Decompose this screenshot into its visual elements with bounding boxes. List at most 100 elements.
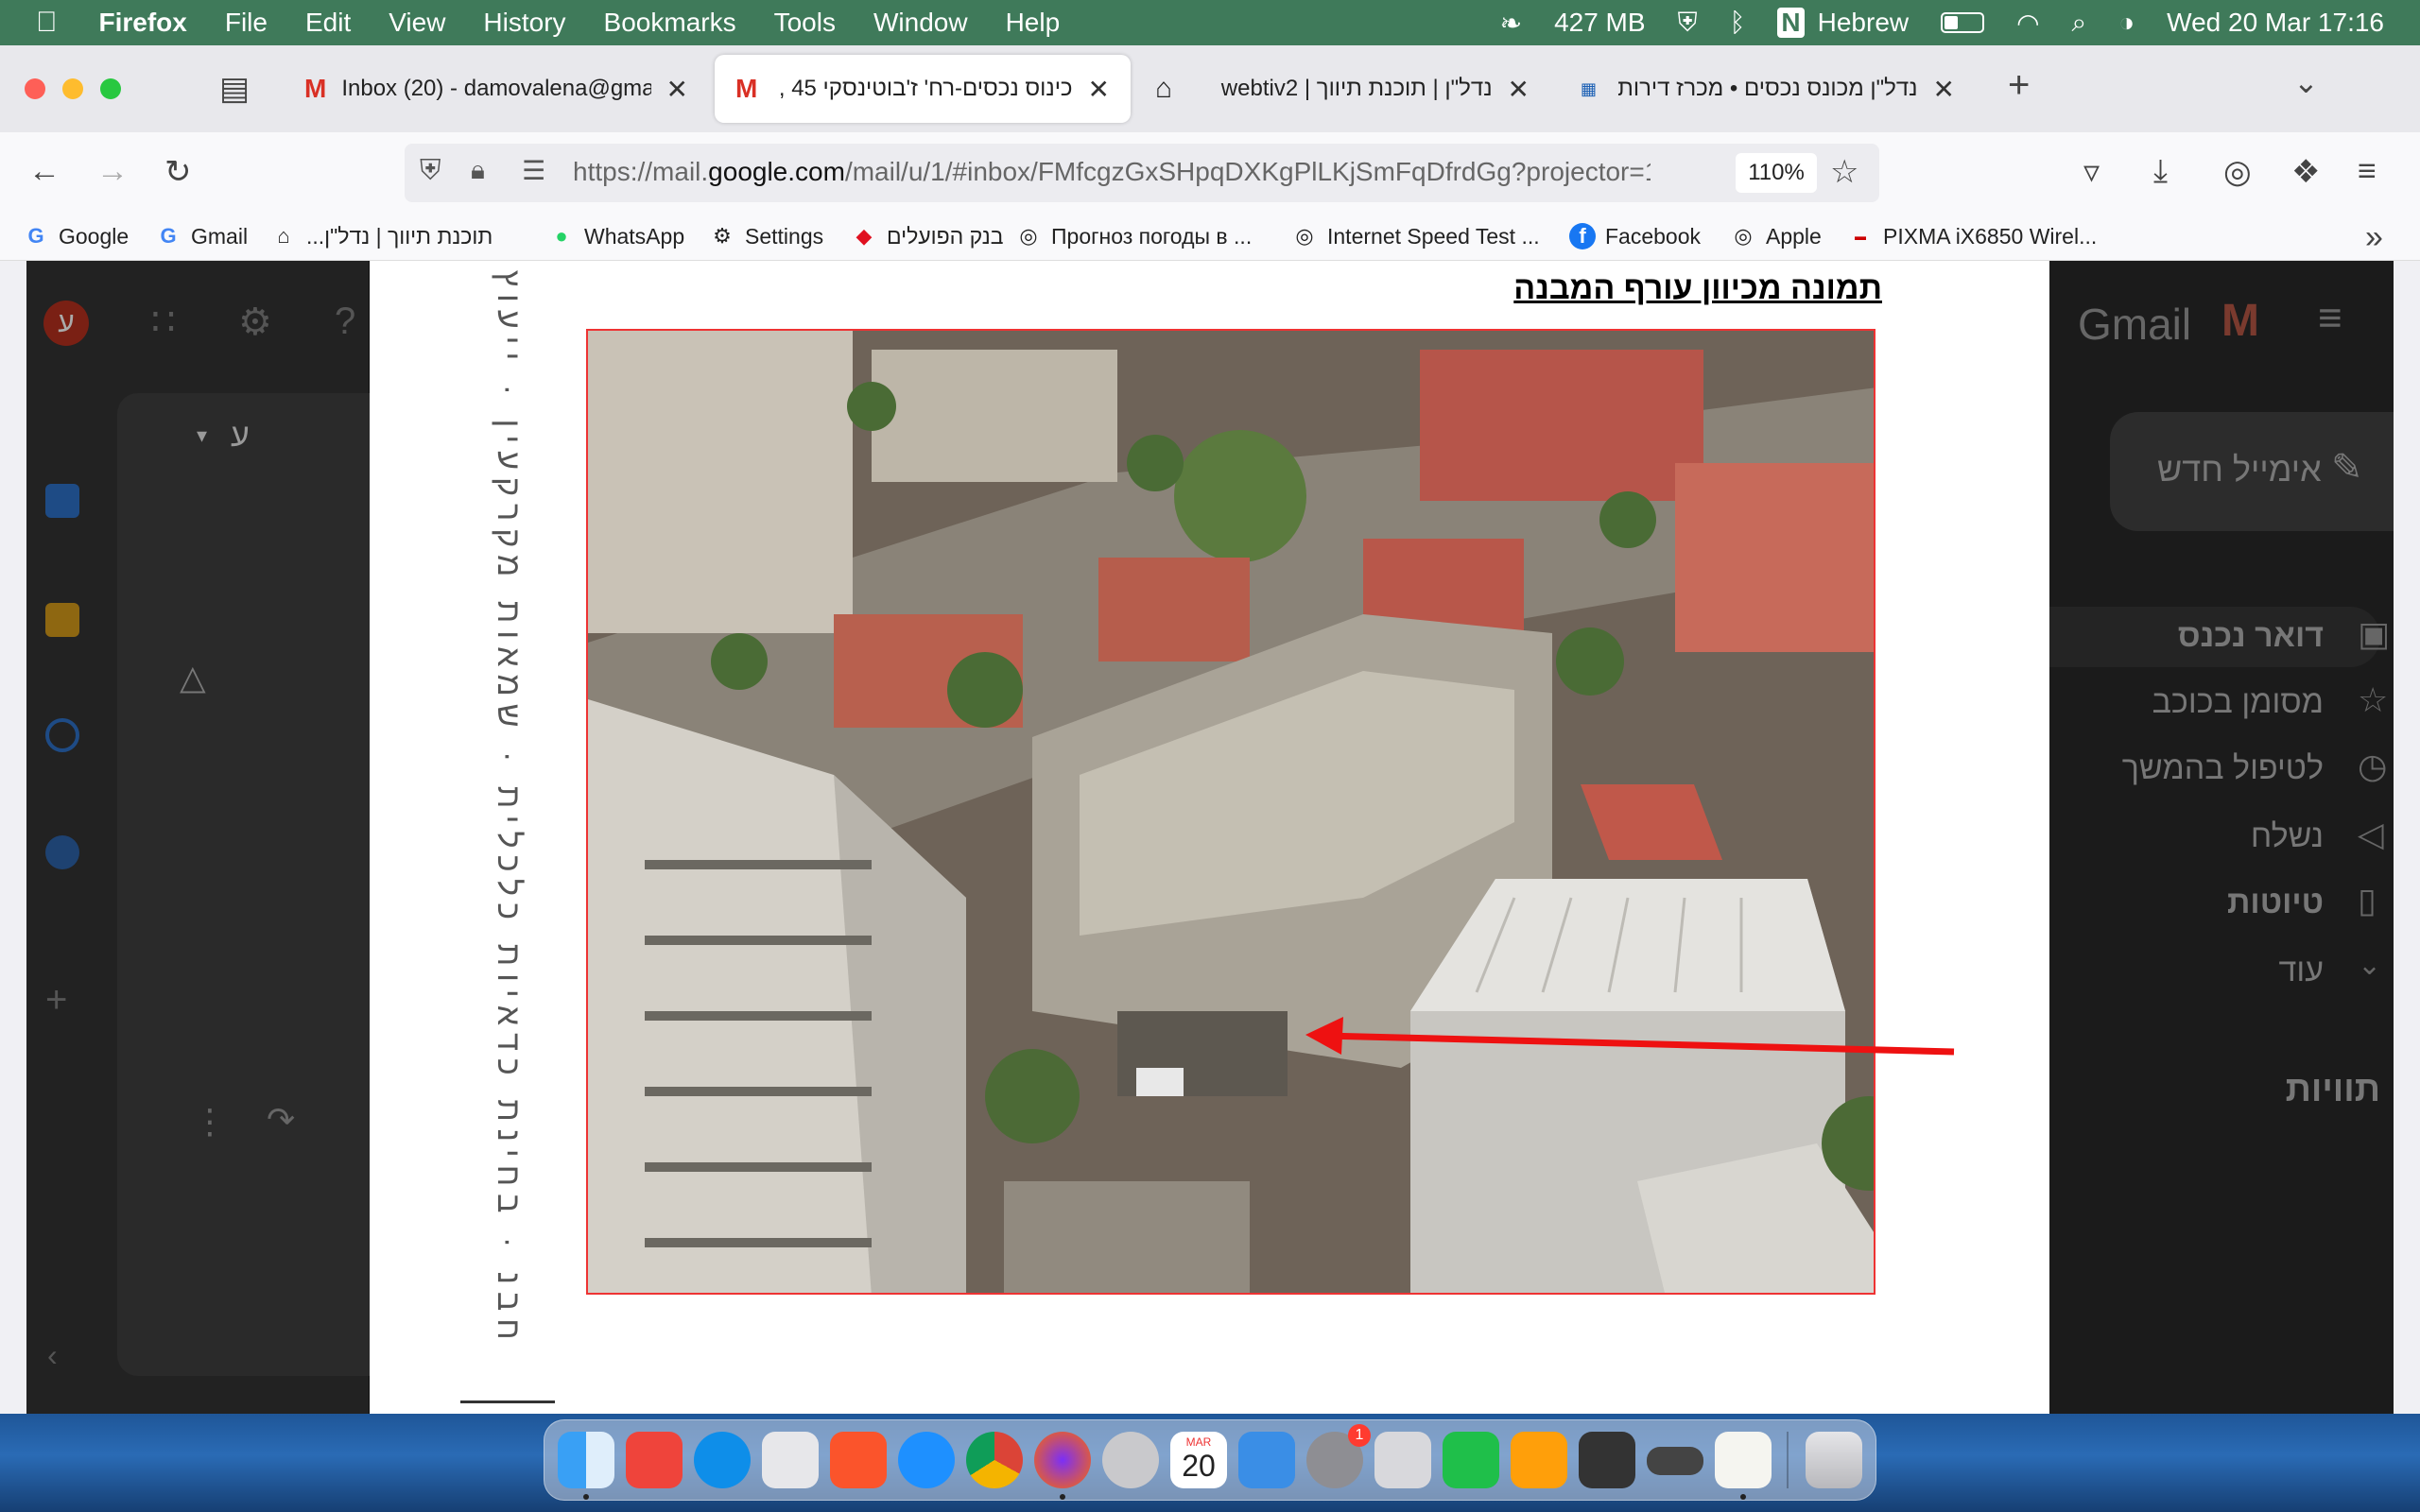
collapse-chevron-icon[interactable]: ‹ [47, 1338, 58, 1373]
bluetooth-icon[interactable]: ᛒ [1730, 8, 1746, 38]
menu-edit[interactable]: Edit [305, 8, 351, 38]
settings-gear-icon[interactable]: ⚙ [238, 301, 272, 344]
bookmark-speedtest[interactable]: ◎ Internet Speed Test ... [1291, 223, 1539, 249]
forward-icon[interactable]: ↷ [267, 1100, 295, 1140]
bookmark-apple[interactable]: ◎ Apple [1730, 223, 1821, 249]
launchpad-icon[interactable] [762, 1432, 819, 1488]
input-source-icon[interactable]: N [1777, 8, 1805, 38]
battery-icon[interactable] [1941, 12, 1985, 33]
lock-icon[interactable]: 🔒︎ [471, 155, 485, 186]
close-window-button[interactable] [25, 78, 45, 99]
trash-icon[interactable] [1806, 1432, 1862, 1488]
account-icon[interactable]: ◎ [2223, 153, 2252, 191]
spotlight-search-icon[interactable]: ⌕ [2072, 8, 2087, 39]
wifi-icon[interactable]: ◠ [2016, 8, 2039, 39]
tracking-shield-icon[interactable]: ⛨ [420, 155, 441, 187]
forward-arrow-icon[interactable]: → [96, 153, 129, 190]
contacts-app-icon[interactable] [45, 835, 79, 869]
avatar[interactable]: ע [43, 301, 89, 346]
system-settings-icon[interactable]: 1 [1306, 1424, 1371, 1488]
bookmark-star-icon[interactable]: ☆ [1830, 153, 1858, 191]
menu-window[interactable]: Window [873, 8, 968, 38]
folder-sent-label[interactable]: נשלח [2049, 818, 2324, 855]
help-icon[interactable]: ? [335, 301, 355, 343]
gmail-logo-icon[interactable]: M [2221, 295, 2259, 347]
calendar-app-icon[interactable] [45, 484, 79, 518]
more-bookmarks-chevron-icon[interactable]: » [2365, 219, 2383, 256]
folder-snoozed-label[interactable]: לטיפול בהמשך [2049, 750, 2324, 787]
folder-starred-label[interactable]: מסומן בכוכב [2049, 684, 2324, 721]
tab-webtiv[interactable]: ⌂ נדל"ן | תוכנת תיווך | webtiv2 ✕ [1134, 55, 1550, 123]
bookmark-webtiv[interactable]: ⌂ תוכנת תיווך | נדל"ן... [270, 223, 493, 249]
brave-icon[interactable] [830, 1432, 887, 1488]
tab-overview-icon[interactable]: ▤ [219, 70, 250, 108]
add-app-plus-icon[interactable]: + [45, 979, 67, 1022]
hamburger-menu-icon[interactable]: ≡ [2358, 153, 2377, 190]
keep-app-icon[interactable] [45, 603, 79, 637]
whatsapp-icon[interactable] [1102, 1432, 1159, 1488]
apps-grid-icon[interactable]: ∷ [151, 301, 175, 344]
menu-file[interactable]: File [225, 8, 268, 38]
downloads-icon[interactable]: ⤓ [2153, 153, 2168, 190]
folder-drafts-label[interactable]: טיוטות [2049, 885, 2324, 921]
pages-icon[interactable] [1511, 1432, 1567, 1488]
menu-history[interactable]: History [483, 8, 565, 38]
tab-inbox[interactable]: M Inbox (20) - damovalena@gmail ✕ [284, 55, 709, 123]
extensions-icon[interactable]: ❖ [2291, 153, 2320, 191]
pocket-icon[interactable]: ▿ [2083, 153, 2100, 191]
minimize-window-button[interactable] [62, 78, 83, 99]
safari-icon[interactable] [898, 1432, 955, 1488]
memory-status[interactable]: 427 MB [1554, 8, 1646, 38]
calendar-icon[interactable]: MAR 20 [1170, 1432, 1227, 1488]
url-bar[interactable]: ⛨ 🔒︎ ☰ https://mail.google.com/mail/u/1/… [405, 144, 1879, 202]
zoom-window-button[interactable] [100, 78, 121, 99]
gmail-logo-text[interactable]: Gmail [2078, 299, 2191, 350]
clock[interactable]: Wed 20 Mar 17:16 [2167, 8, 2384, 38]
screenshot-icon[interactable] [1374, 1432, 1431, 1488]
tab-email-active[interactable]: M כינוס נכסים-רח' ז'בוטינסקי 45 , חדר ✕ [715, 55, 1131, 123]
anydesk-icon[interactable] [626, 1432, 683, 1488]
url-text[interactable]: https://mail.google.com/mail/u/1/#inbox/… [573, 157, 1651, 187]
firefox-icon[interactable] [1034, 1432, 1091, 1488]
more-vert-icon[interactable]: ⋮ [193, 1102, 227, 1142]
app-menu-firefox[interactable]: Firefox [99, 8, 187, 38]
script-icon[interactable]: ❧ [1500, 8, 1522, 39]
control-center-icon[interactable]: ◑ [2118, 8, 2135, 38]
apple-icon[interactable]:  [36, 7, 58, 39]
bookmark-google[interactable]: G Google [23, 223, 129, 249]
menu-help[interactable]: Help [1006, 8, 1061, 38]
calculator-icon[interactable] [1579, 1432, 1635, 1488]
bookmark-settings[interactable]: ⚙ Settings [709, 223, 823, 249]
list-tabs-chevron-icon[interactable]: ⌄ [2293, 64, 2319, 100]
chrome-icon[interactable] [966, 1432, 1023, 1488]
bookmark-gmail[interactable]: G Gmail [155, 223, 248, 249]
permissions-icon[interactable]: ☰ [522, 155, 545, 186]
add-to-drive-icon[interactable]: △ [180, 658, 206, 697]
menu-tools[interactable]: Tools [774, 8, 836, 38]
bookmark-weather[interactable]: ◎ Прогноз погоды в ... [1015, 223, 1252, 249]
main-menu-icon[interactable]: ≡ [2318, 295, 2342, 342]
zoom-level-badge[interactable]: 110% [1736, 153, 1817, 193]
menu-bookmarks[interactable]: Bookmarks [604, 8, 736, 38]
input-source-label[interactable]: Hebrew [1818, 8, 1909, 38]
account-initial[interactable]: ע [231, 418, 250, 455]
back-arrow-icon[interactable]: ← [28, 153, 60, 190]
dropdown-chevron-icon[interactable]: ▾ [197, 423, 207, 448]
shield-icon[interactable]: ⛨ [1678, 8, 1698, 39]
tab-receivership[interactable]: ▦ נדל"ן מכונס נכסים • מכרז דירות מכונ ✕ [1560, 55, 1976, 123]
close-tab-icon[interactable]: ✕ [1933, 74, 1955, 105]
finder-icon[interactable] [558, 1432, 614, 1488]
bookmark-bank-hapoalim[interactable]: ◆ בנק הפועלים [851, 223, 1004, 249]
reload-icon[interactable]: ↻ [164, 153, 192, 191]
close-tab-icon[interactable]: ✕ [1508, 74, 1530, 105]
bookmark-pixma[interactable]: ▬ PIXMA iX6850 Wirel... [1847, 223, 2097, 249]
menu-view[interactable]: View [389, 8, 445, 38]
teamviewer-icon[interactable] [694, 1432, 751, 1488]
printer-icon[interactable] [1647, 1447, 1703, 1475]
compose-button[interactable]: אימייל חדש ✎ [2110, 412, 2394, 531]
folder-inbox-label[interactable]: דואר נכנס [2049, 618, 2324, 655]
close-tab-icon[interactable]: ✕ [1088, 74, 1110, 105]
new-tab-plus-icon[interactable]: + [2008, 64, 2030, 107]
bookmark-whatsapp[interactable]: ● WhatsApp [548, 223, 684, 249]
screens-icon[interactable] [1238, 1432, 1295, 1488]
